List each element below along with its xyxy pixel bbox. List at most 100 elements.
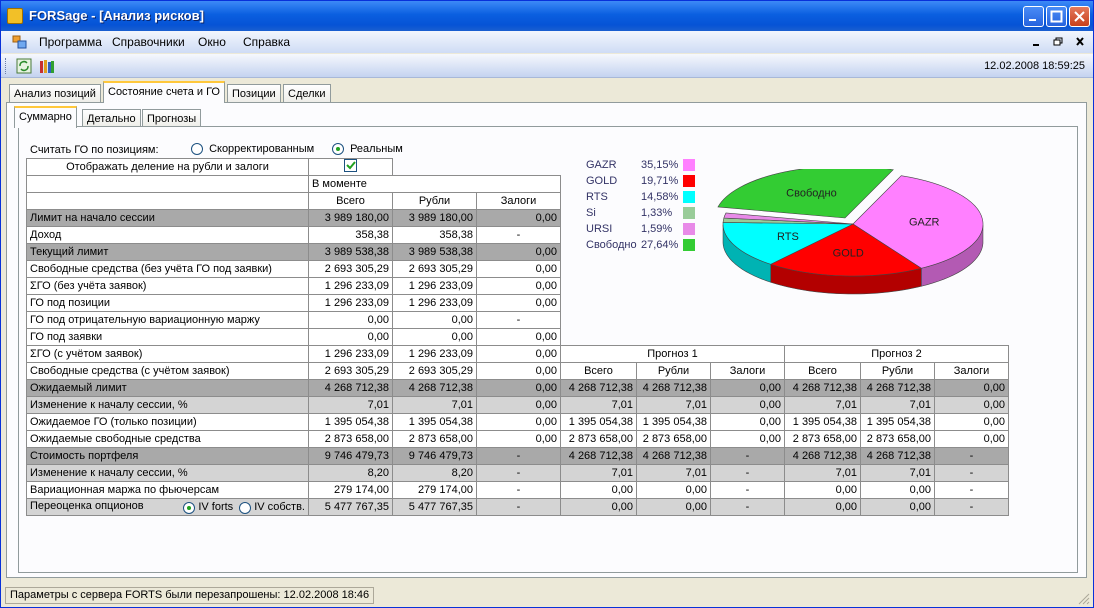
books-icon[interactable]	[39, 58, 55, 74]
legend-swatch	[683, 223, 695, 235]
radio-real-group[interactable]: Реальным	[332, 143, 403, 156]
cell-forecast2: -	[934, 464, 1009, 482]
radio-label: IV forts	[198, 501, 234, 514]
menu-references[interactable]: Справочники	[112, 35, 185, 49]
maximize-button[interactable]	[1046, 6, 1067, 27]
menu-program[interactable]: Программа	[39, 35, 102, 49]
radio-corrected-label: Скорректированным	[209, 143, 315, 155]
cell-moment: 2 693 305,29	[308, 260, 393, 278]
cell-forecast2: -	[934, 447, 1009, 465]
row-label: Текущий лимит	[26, 243, 309, 261]
row-label-text: ГО под заявки	[30, 331, 103, 343]
cell-moment: 0,00	[476, 345, 561, 363]
row-label: ГО под заявки	[26, 328, 309, 346]
title-bar[interactable]: FORSage - [Анализ рисков]	[1, 1, 1093, 31]
radio-corrected-group[interactable]: Скорректированным	[191, 143, 315, 156]
cell-forecast1: 0,00	[560, 481, 637, 499]
cell-forecast2: 2 873 658,00	[784, 430, 861, 448]
header-sub: Залоги	[710, 362, 785, 380]
cell-forecast1: 4 268 712,38	[636, 379, 711, 397]
legend-name: URSI	[586, 223, 613, 235]
tab-trades[interactable]: Сделки	[283, 84, 331, 104]
toolbar-grip[interactable]	[5, 58, 8, 74]
mdi-child-icon[interactable]	[12, 35, 28, 49]
cell-moment: 2 693 305,29	[392, 362, 477, 380]
mdi-controls	[1033, 37, 1084, 46]
cell-forecast2: -	[934, 481, 1009, 499]
minimize-button[interactable]	[1023, 6, 1044, 27]
table-row: Переоценка опционов IV forts IV собств. 5 4…	[26, 498, 1009, 516]
tab-position-analysis[interactable]: Анализ позиций	[9, 84, 101, 104]
cell-moment: 0,00	[476, 260, 561, 278]
legend-name: Si	[586, 207, 596, 219]
mdi-close-icon	[1076, 37, 1084, 46]
cell-forecast2: 7,01	[784, 464, 861, 482]
row-label-text: Ожидаемое ГО (только позиции)	[30, 416, 197, 428]
cell-moment: 0,00	[308, 311, 393, 329]
tab-account-state[interactable]: Состояние счета и ГО	[103, 81, 225, 103]
cell-moment: 358,38	[308, 226, 393, 244]
iv-radio-group[interactable]: IV forts IV собств.	[183, 501, 305, 514]
refresh-icon[interactable]	[16, 58, 32, 74]
radio-iv-own[interactable]	[239, 501, 252, 514]
pie-chart: GAZR GOLD RTS Свободно	[717, 169, 984, 295]
menu-help[interactable]: Справка	[243, 35, 290, 49]
row-label: Доход	[26, 226, 309, 244]
close-button[interactable]	[1069, 6, 1090, 27]
radio-real[interactable]	[332, 143, 344, 156]
legend-swatch	[683, 175, 695, 187]
menu-window[interactable]: Окно	[198, 35, 226, 49]
table-row: ГО под отрицательную вариационную маржу 0…	[26, 311, 1009, 329]
cell-moment: 0,00	[476, 413, 561, 431]
cell-moment: 0,00	[476, 430, 561, 448]
tab-positions[interactable]: Позиции	[227, 84, 281, 104]
cell-moment: 4 268 712,38	[392, 379, 477, 397]
cell-moment: -	[476, 447, 561, 465]
legend-name: GAZR	[586, 159, 617, 171]
header-forecast1: Прогноз 1	[560, 345, 785, 363]
radio-corrected[interactable]	[191, 143, 203, 156]
cell-forecast1: -	[710, 498, 785, 516]
window-title: FORSage - [Анализ рисков]	[29, 8, 204, 23]
cell-forecast1: 4 268 712,38	[636, 447, 711, 465]
cell-moment: -	[476, 464, 561, 482]
radio-iv-forts[interactable]	[183, 501, 196, 514]
cell-moment: 3 989 180,00	[308, 209, 393, 227]
cell-moment: 1 296 233,09	[392, 345, 477, 363]
legend-value: 14,58%	[641, 191, 679, 203]
row-label-text: Вариационная маржа по фьючерсам	[30, 484, 220, 496]
cell-forecast1: 7,01	[636, 464, 711, 482]
pie-slice-label: GAZR	[909, 217, 940, 229]
cell-moment: 3 989 538,38	[308, 243, 393, 261]
header-sub: Залоги	[934, 362, 1009, 380]
cell-moment: 1 296 233,09	[392, 277, 477, 295]
legend-value: 35,15%	[641, 159, 679, 171]
cell-forecast2: 2 873 658,00	[860, 430, 935, 448]
split-option-label: Отображать деление на рубли и залоги	[26, 158, 309, 176]
subtab-summary[interactable]: Суммарно	[14, 106, 77, 128]
cell-forecast1: 2 873 658,00	[636, 430, 711, 448]
split-checkbox[interactable]	[344, 159, 357, 172]
legend-swatch	[683, 191, 695, 203]
cell-moment: 0,00	[476, 209, 561, 227]
row-label-text: Ожидаемые свободные средства	[30, 433, 201, 445]
cell-forecast2: 0,00	[860, 481, 935, 499]
split-option-cell	[308, 158, 393, 176]
row-label: Ожидаемое ГО (только позиции)	[26, 413, 309, 431]
cell-forecast2: 7,01	[784, 396, 861, 414]
cell-moment: 1 395 054,38	[392, 413, 477, 431]
row-label: Свободные средства (без учёта ГО под зая…	[26, 260, 309, 278]
cell-moment: 9 746 479,73	[308, 447, 393, 465]
cell-moment: 2 693 305,29	[308, 362, 393, 380]
legend-value: 19,71%	[641, 175, 679, 187]
cell-moment: 0,00	[476, 328, 561, 346]
app-icon	[7, 8, 23, 24]
pie-slice-label: RTS	[777, 231, 799, 243]
resize-grip-icon[interactable]	[1078, 593, 1090, 605]
row-label: Изменение к началу сессии, %	[26, 396, 309, 414]
cell-moment: -	[476, 481, 561, 499]
cell-forecast1: 1 395 054,38	[636, 413, 711, 431]
cell-forecast2: 0,00	[784, 498, 861, 516]
table-row: Ожидаемое ГО (только позиции) 1 395 054,3…	[26, 413, 1009, 431]
toolbar: 12.02.2008 18:59:25	[1, 54, 1093, 78]
